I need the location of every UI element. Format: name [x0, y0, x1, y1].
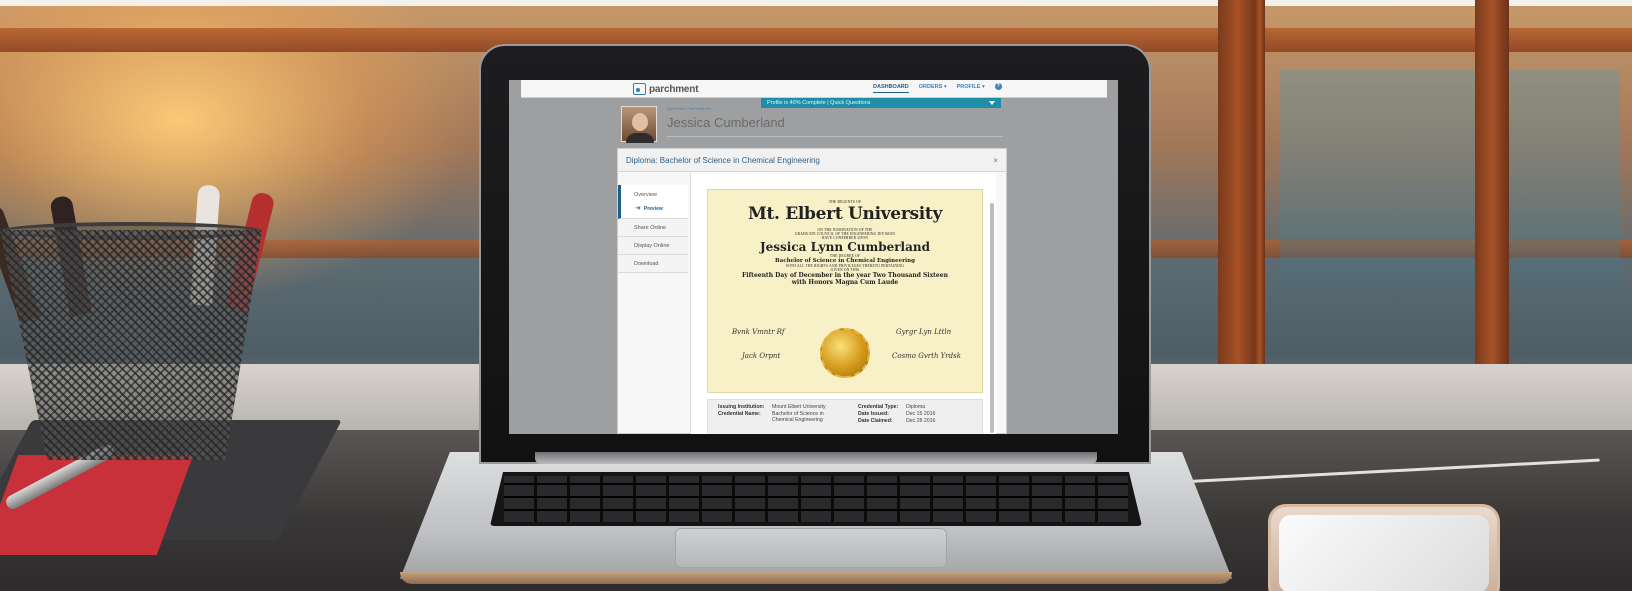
nav-profile-label: PROFILE [956, 84, 981, 90]
main-nav: DASHBOARD ORDERS ▾ PROFILE ▾ ? [873, 83, 1002, 93]
signature: Cosmo Gvrth Yrdsk [892, 352, 961, 360]
detail-label: Date Issued: [858, 411, 889, 417]
nav-orders[interactable]: ORDERS ▾ [919, 84, 947, 93]
railing-post [1218, 0, 1258, 365]
diploma-date: Fifteenth Day of December in the year Tw… [742, 272, 948, 279]
detail-date-claimed: Dec 28 2016 [906, 418, 936, 424]
parchment-logo[interactable]: parchment [633, 83, 699, 95]
diploma-university: Mt. Elbert University [747, 204, 943, 224]
laptop-front-edge [400, 572, 1232, 584]
modal-header: Diploma: Bachelor of Science in Chemical… [618, 149, 1006, 172]
logo-text: parchment [649, 83, 699, 95]
profile-name: Jessica Cumberland [667, 115, 785, 130]
parchment-app: parchment DASHBOARD ORDERS ▾ PROFILE ▾ ?… [509, 80, 1118, 434]
detail-label: Credential Type: [858, 404, 899, 410]
divider [667, 136, 1003, 137]
modal-sidebar: Overview ➔ Preview Share Online Display O… [618, 185, 688, 273]
laptop-screen: parchment DASHBOARD ORDERS ▾ PROFILE ▾ ?… [509, 80, 1118, 434]
nav-dashboard[interactable]: DASHBOARD [873, 84, 909, 93]
detail-label: Credential Name: [718, 411, 761, 417]
caret-down-icon[interactable] [989, 101, 995, 105]
top-strip [0, 0, 1632, 6]
railing-post [1255, 0, 1265, 365]
detail-date-issued: Dec 15 2016 [906, 411, 936, 417]
nav-profile[interactable]: PROFILE ▾ [957, 84, 985, 93]
detail-issuing-institution: Mount Elbert University [772, 404, 826, 410]
help-icon[interactable]: ? [994, 83, 1002, 90]
window-glow [1280, 70, 1620, 290]
laptop-hinge [535, 452, 1097, 464]
profile-progress-banner[interactable]: Profile is 40% Complete | Quick Question… [761, 98, 1001, 108]
sidebar-item-share-online[interactable]: Share Online [618, 219, 688, 237]
nav-orders-label: ORDERS [918, 84, 943, 90]
parchment-logo-icon [633, 83, 646, 95]
railing-post [1475, 0, 1509, 365]
smartphone [1268, 504, 1500, 591]
credential-modal: Diploma: Bachelor of Science in Chemical… [617, 148, 1007, 434]
close-icon[interactable]: × [993, 149, 998, 172]
signature: Bvnk Vmntr Rf [732, 328, 785, 336]
detail-credential-type: Diploma [906, 404, 926, 410]
laptop-keyboard [490, 472, 1142, 526]
preview-pane: THE REGENTS OF Mt. Elbert University ON … [690, 173, 996, 434]
detail-credential-name: Bachelor of Science in Chemical Engineer… [772, 411, 824, 423]
arrow-right-icon: ➔ [635, 205, 641, 212]
laptop-trackpad [675, 528, 947, 568]
sidebar-item-preview[interactable]: ➔ Preview [634, 202, 688, 216]
chevron-down-icon: ▾ [981, 84, 985, 90]
signature: Jack Orpnt [742, 352, 781, 360]
detail-label: Date Claimed: [858, 418, 893, 424]
diploma-recipient: Jessica Lynn Cumberland [759, 240, 931, 254]
credential-details: Issuing Institution: Mount Elbert Univer… [707, 399, 983, 434]
avatar[interactable] [621, 106, 657, 143]
gold-seal-icon [820, 328, 870, 378]
signature: Gyrgr Lyn Lttln [896, 328, 952, 336]
sidebar-item-download[interactable]: Download [618, 255, 688, 273]
sidebar-item-label: Overview [634, 192, 657, 198]
diploma-image: THE REGENTS OF Mt. Elbert University ON … [707, 189, 983, 393]
modal-title: Diploma: Bachelor of Science in Chemical… [626, 156, 820, 165]
breadcrumb[interactable]: Edit Profile | Edit Profile Pic [667, 107, 711, 111]
diploma-honors: with Honors Magna Cum Laude [791, 279, 899, 286]
progress-banner-text: Profile is 40% Complete | Quick Question… [767, 100, 871, 106]
scrollbar[interactable] [990, 203, 994, 433]
sidebar-item-display-online[interactable]: Display Online [618, 237, 688, 255]
chevron-down-icon: ▾ [943, 84, 947, 90]
top-navigation-bar: parchment DASHBOARD ORDERS ▾ PROFILE ▾ ? [521, 80, 1107, 98]
sidebar-item-overview[interactable]: Overview ➔ Preview [618, 185, 688, 219]
detail-label: Issuing Institution: [718, 404, 765, 410]
sidebar-item-label: Preview [643, 206, 663, 212]
